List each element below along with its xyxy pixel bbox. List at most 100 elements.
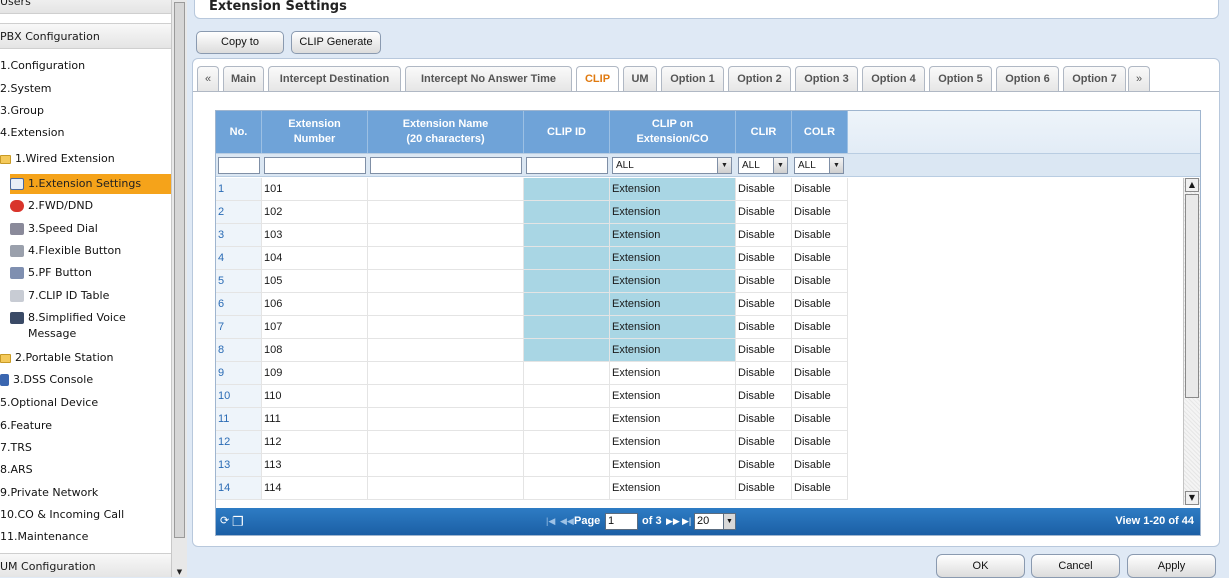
cell-clip-on[interactable]: Extension <box>610 293 736 316</box>
table-row[interactable]: 14 114 Extension Disable Disable <box>216 477 848 500</box>
tab-intercept-no-answer-time[interactable]: Intercept No Answer Time <box>405 66 572 91</box>
cell-clir[interactable]: Disable <box>736 362 792 385</box>
filter-clip-id-input[interactable] <box>526 157 608 174</box>
cell-extension-number[interactable]: 102 <box>262 201 368 224</box>
cell-clip-on[interactable]: Extension <box>610 270 736 293</box>
cell-extension-name[interactable] <box>368 408 524 431</box>
table-row[interactable]: 4 104 Extension Disable Disable <box>216 247 848 270</box>
table-row[interactable]: 12 112 Extension Disable Disable <box>216 431 848 454</box>
table-row[interactable]: 7 107 Extension Disable Disable <box>216 316 848 339</box>
cell-clip-on[interactable]: Extension <box>610 362 736 385</box>
cell-clip-id[interactable] <box>524 316 610 339</box>
cell-extension-number[interactable]: 104 <box>262 247 368 270</box>
cell-colr[interactable]: Disable <box>792 247 848 270</box>
table-row[interactable]: 13 113 Extension Disable Disable <box>216 454 848 477</box>
cell-colr[interactable]: Disable <box>792 270 848 293</box>
cell-clip-on[interactable]: Extension <box>610 385 736 408</box>
cell-extension-name[interactable] <box>368 224 524 247</box>
sidebar-item-configuration[interactable]: 1.Configuration <box>0 56 85 76</box>
cell-clir[interactable]: Disable <box>736 293 792 316</box>
cell-clir[interactable]: Disable <box>736 178 792 201</box>
cell-clip-id[interactable] <box>524 385 610 408</box>
cell-clip-on[interactable]: Extension <box>610 454 736 477</box>
table-row[interactable]: 9 109 Extension Disable Disable <box>216 362 848 385</box>
chevron-up-icon[interactable]: ▲ <box>1185 178 1199 192</box>
tab-clip[interactable]: CLIP <box>576 66 619 92</box>
copy-icon[interactable]: ❐ <box>232 508 244 535</box>
cell-extension-number[interactable]: 105 <box>262 270 368 293</box>
cell-extension-name[interactable] <box>368 247 524 270</box>
cell-extension-name[interactable] <box>368 270 524 293</box>
sidebar-item-co-incoming-call[interactable]: 10.CO & Incoming Call <box>0 505 124 525</box>
cell-colr[interactable]: Disable <box>792 385 848 408</box>
cell-extension-name[interactable] <box>368 339 524 362</box>
cell-clir[interactable]: Disable <box>736 477 792 500</box>
sidebar-item-maintenance[interactable]: 11.Maintenance <box>0 527 88 547</box>
column-header-extension-number[interactable]: Extension Number <box>262 111 368 153</box>
grid-scrollbar[interactable]: ▲ ▼ <box>1183 178 1200 505</box>
cell-extension-number[interactable]: 112 <box>262 431 368 454</box>
tab-main[interactable]: Main <box>223 66 264 91</box>
cell-extension-name[interactable] <box>368 454 524 477</box>
tab-option-5[interactable]: Option 5 <box>929 66 992 91</box>
tab-um[interactable]: UM <box>623 66 657 91</box>
table-row[interactable]: 10 110 Extension Disable Disable <box>216 385 848 408</box>
cell-clir[interactable]: Disable <box>736 270 792 293</box>
cell-clip-id[interactable] <box>524 224 610 247</box>
table-row[interactable]: 8 108 Extension Disable Disable <box>216 339 848 362</box>
tab-option-4[interactable]: Option 4 <box>862 66 925 91</box>
table-row[interactable]: 5 105 Extension Disable Disable <box>216 270 848 293</box>
cell-clir[interactable]: Disable <box>736 339 792 362</box>
cell-extension-number[interactable]: 113 <box>262 454 368 477</box>
table-row[interactable]: 1 101 Extension Disable Disable <box>216 178 848 201</box>
sidebar-item-clip-id-table[interactable]: 7.CLIP ID Table <box>10 286 109 306</box>
tab-option-1[interactable]: Option 1 <box>661 66 724 91</box>
chevron-down-icon[interactable]: ▼ <box>174 567 185 577</box>
filter-colr-select[interactable]: ALL ▼ <box>794 157 844 174</box>
sidebar-item-private-network[interactable]: 9.Private Network <box>0 483 98 503</box>
column-header-clir[interactable]: CLIR <box>736 111 792 153</box>
tab-option-3[interactable]: Option 3 <box>795 66 858 91</box>
table-row[interactable]: 2 102 Extension Disable Disable <box>216 201 848 224</box>
cell-extension-number[interactable]: 110 <box>262 385 368 408</box>
cell-extension-name[interactable] <box>368 477 524 500</box>
cell-colr[interactable]: Disable <box>792 339 848 362</box>
cell-extension-number[interactable]: 114 <box>262 477 368 500</box>
cell-clip-id[interactable] <box>524 178 610 201</box>
cell-extension-name[interactable] <box>368 362 524 385</box>
filter-extension-name-input[interactable] <box>370 157 522 174</box>
sidebar-item-system[interactable]: 2.System <box>0 79 52 99</box>
cell-clir[interactable]: Disable <box>736 454 792 477</box>
cell-extension-name[interactable] <box>368 293 524 316</box>
cell-clir[interactable]: Disable <box>736 201 792 224</box>
cell-clip-id[interactable] <box>524 362 610 385</box>
cell-colr[interactable]: Disable <box>792 362 848 385</box>
grid-scrollbar-thumb[interactable] <box>1185 194 1199 398</box>
filter-clip-on-select[interactable]: ALL ▼ <box>612 157 732 174</box>
cell-clip-on[interactable]: Extension <box>610 316 736 339</box>
sidebar-item-speed-dial[interactable]: 3.Speed Dial <box>10 219 98 239</box>
page-number-input[interactable]: 1 <box>605 513 638 530</box>
last-page-icon[interactable]: ▶| <box>682 508 691 535</box>
table-row[interactable]: 6 106 Extension Disable Disable <box>216 293 848 316</box>
cell-extension-number[interactable]: 103 <box>262 224 368 247</box>
sidebar-item-portable-station[interactable]: 2.Portable Station <box>0 348 113 368</box>
cell-clip-id[interactable] <box>524 247 610 270</box>
sidebar-item-ars[interactable]: 8.ARS <box>0 460 33 480</box>
cell-colr[interactable]: Disable <box>792 408 848 431</box>
next-page-icon[interactable]: ▶▶ <box>666 508 680 535</box>
copy-to-button[interactable]: Copy to <box>196 31 284 54</box>
ok-button[interactable]: OK <box>936 554 1025 578</box>
cell-clir[interactable]: Disable <box>736 316 792 339</box>
chevron-down-icon[interactable]: ▼ <box>1185 491 1199 505</box>
table-row[interactable]: 3 103 Extension Disable Disable <box>216 224 848 247</box>
first-page-icon[interactable]: |◀ <box>546 508 555 535</box>
filter-extension-number-input[interactable] <box>264 157 366 174</box>
sidebar-item-group[interactable]: 3.Group <box>0 101 44 121</box>
column-header-extension-name[interactable]: Extension Name (20 characters) <box>368 111 524 153</box>
cell-colr[interactable]: Disable <box>792 431 848 454</box>
refresh-icon[interactable]: ⟳ <box>220 508 229 535</box>
cell-clir[interactable]: Disable <box>736 408 792 431</box>
cell-extension-number[interactable]: 109 <box>262 362 368 385</box>
cell-colr[interactable]: Disable <box>792 316 848 339</box>
